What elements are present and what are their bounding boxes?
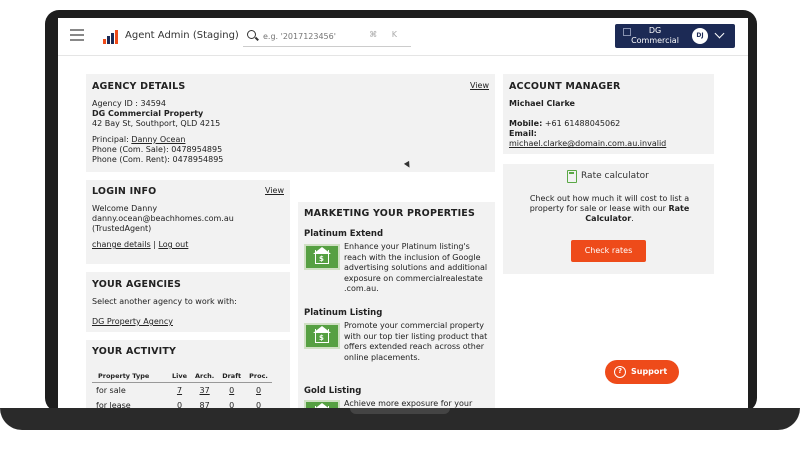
your-activity-panel: YOUR ACTIVITY Property Type Live Arch. D… — [86, 340, 290, 408]
your-activity-title: YOUR ACTIVITY — [92, 346, 177, 357]
mobile-label: Mobile: — [509, 119, 543, 128]
platinum-extend-title: Platinum Extend — [304, 229, 384, 239]
gold-listing-desc: Achieve more exposure for your — [344, 399, 473, 408]
top-bar: Agent Admin (Staging) ⌘ K DG Commercial … — [58, 18, 748, 56]
phone-rent: Phone (Com. Rent): 0478954895 — [92, 155, 224, 164]
col-property-type: Property Type — [92, 370, 168, 383]
activity-table: Property Type Live Arch. Draft Proc. for… — [92, 370, 272, 408]
your-agencies-title: YOUR AGENCIES — [92, 279, 181, 290]
principal-link[interactable]: Danny Ocean — [131, 135, 185, 144]
agency-name: DG Commercial Property — [92, 109, 204, 118]
agency-details-title: AGENCY DETAILS — [92, 81, 186, 92]
screen: Agent Admin (Staging) ⌘ K DG Commercial … — [58, 18, 748, 408]
manager-email-link[interactable]: michael.clarke@domain.com.au.invalid — [509, 139, 714, 149]
support-label: Support — [631, 367, 668, 376]
link-separator: | — [153, 240, 156, 249]
help-icon: ? — [614, 366, 626, 378]
login-email: danny.ocean@beachhomes.com.au — [92, 214, 234, 223]
agency-details-panel: AGENCY DETAILS View Agency ID : 34594 DG… — [86, 74, 495, 172]
principal-label: Principal: — [92, 135, 129, 144]
manager-mobile: +61 61488045062 — [544, 119, 621, 128]
agency-address: 42 Bay St, Southport, QLD 4215 — [92, 119, 221, 128]
login-info-panel: LOGIN INFO View Welcome Danny danny.ocea… — [86, 180, 290, 264]
table-row: for lease 0 87 0 0 — [96, 401, 262, 408]
check-rates-button[interactable]: Check rates — [571, 240, 646, 262]
agencies-prompt: Select another agency to work with: — [92, 297, 237, 306]
menu-icon[interactable] — [70, 29, 84, 43]
agency-switcher[interactable]: DG Commercial DJ — [615, 24, 735, 48]
agency-logo: DG Commercial — [631, 26, 679, 45]
dg-property-agency-link[interactable]: DG Property Agency — [92, 317, 173, 327]
app-title: Agent Admin (Staging) — [125, 30, 239, 41]
welcome-text: Welcome Danny — [92, 204, 158, 213]
phone-sale: Phone (Com. Sale): 0478954895 — [92, 145, 223, 154]
marketing-title: MARKETING YOUR PROPERTIES — [304, 208, 476, 219]
email-label: Email: — [509, 129, 537, 138]
house-dollar-icon: $ — [304, 244, 340, 270]
avatar[interactable]: DJ — [692, 28, 708, 44]
laptop-notch — [350, 408, 450, 414]
rate-calculator-panel: Rate calculator Check out how much it wi… — [503, 164, 714, 274]
search-icon — [247, 30, 256, 39]
change-details-link[interactable]: change details — [92, 240, 151, 249]
support-button[interactable]: ? Support — [605, 360, 679, 384]
rate-calculator-desc: Check out how much it will cost to list … — [529, 194, 690, 223]
house-dollar-icon: $ — [304, 323, 340, 349]
calculator-icon — [567, 170, 577, 183]
login-info-title: LOGIN INFO — [92, 186, 157, 197]
table-row: for sale 7 37 0 0 — [96, 386, 262, 395]
gold-listing-title: Gold Listing — [304, 386, 362, 396]
logout-link[interactable]: Log out — [158, 240, 188, 249]
col-proc: Proc. — [245, 370, 272, 383]
marketing-panel: MARKETING YOUR PROPERTIES Platinum Exten… — [298, 202, 495, 408]
chevron-down-icon[interactable] — [714, 28, 725, 39]
account-manager-title: ACCOUNT MANAGER — [509, 81, 621, 92]
app-logo-icon — [103, 30, 121, 44]
col-arch: Arch. — [191, 370, 219, 383]
agency-view-link[interactable]: View — [470, 81, 489, 90]
house-dollar-icon: $ — [304, 400, 340, 408]
manager-name: Michael Clarke — [509, 99, 575, 108]
platinum-listing-desc: Promote your commercial property with ou… — [344, 321, 488, 362]
agency-id: Agency ID : 34594 — [92, 99, 166, 108]
rate-calculator-title: Rate calculator — [581, 171, 649, 181]
account-manager-panel: ACCOUNT MANAGER Michael Clarke Mobile: +… — [503, 74, 714, 154]
login-view-link[interactable]: View — [265, 186, 284, 195]
col-live: Live — [168, 370, 192, 383]
platinum-listing-title: Platinum Listing — [304, 308, 383, 318]
login-role: (TrustedAgent) — [92, 224, 152, 233]
search-box[interactable]: ⌘ K — [243, 27, 411, 47]
col-draft: Draft — [218, 370, 246, 383]
search-shortcut: ⌘ K — [369, 30, 403, 39]
search-input[interactable] — [263, 29, 373, 43]
platinum-extend-desc: Enhance your Platinum listing's reach wi… — [344, 242, 488, 293]
your-agencies-panel: YOUR AGENCIES Select another agency to w… — [86, 272, 290, 332]
